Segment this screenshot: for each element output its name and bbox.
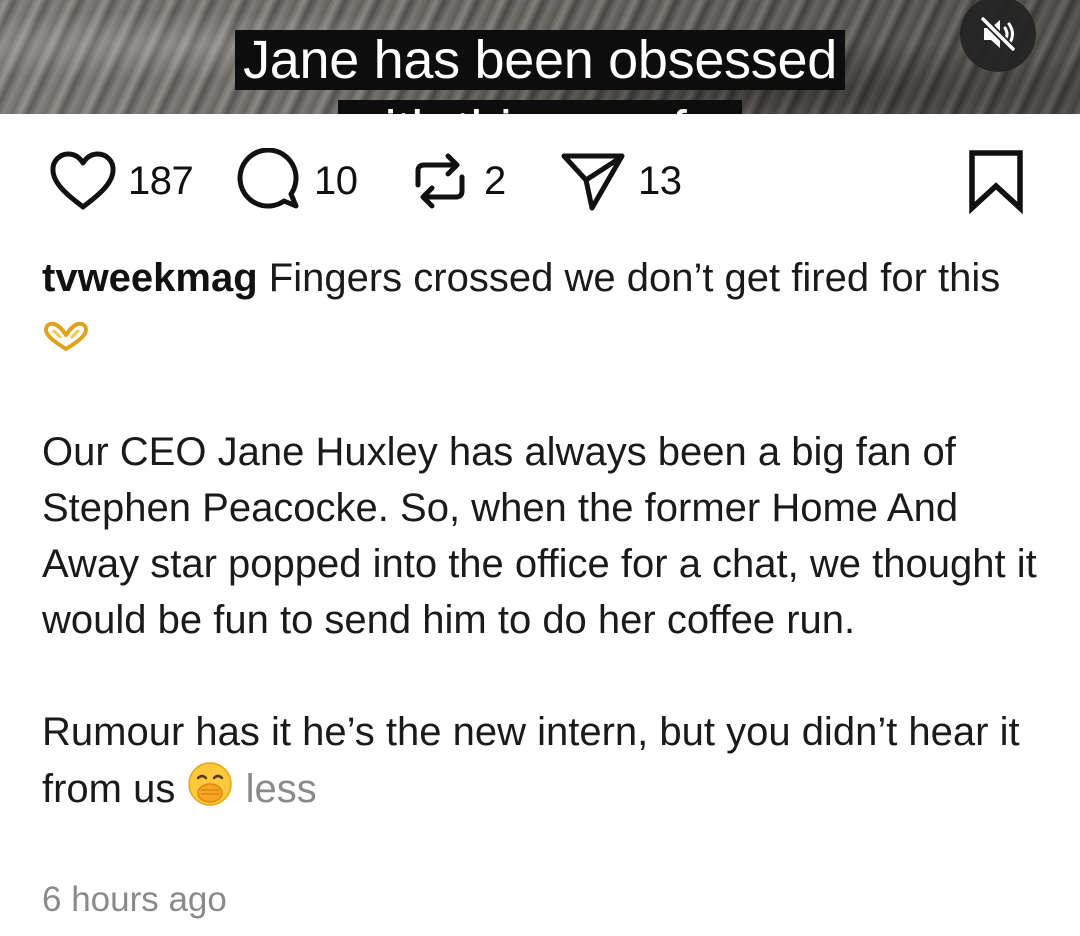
caption-paragraph-2: Our CEO Jane Huxley has always been a bi… xyxy=(42,430,1037,642)
heart-hands-emoji-icon xyxy=(42,312,90,368)
video-caption-line-2: with this man for xyxy=(0,100,1080,114)
username-link[interactable]: tvweekmag xyxy=(42,256,258,300)
caption-paragraph-3: Rumour has it he’s the new intern, but y… xyxy=(42,704,1052,823)
share-count: 13 xyxy=(638,158,682,203)
comment-bubble-icon xyxy=(237,148,299,209)
bookmark-icon xyxy=(969,150,1023,215)
repost-count: 2 xyxy=(484,158,506,203)
like-count: 187 xyxy=(128,158,194,203)
comment-button[interactable]: 10 xyxy=(234,146,358,216)
repost-icon xyxy=(415,153,465,209)
post-caption: tvweekmag Fingers crossed we don’t get f… xyxy=(42,250,1052,823)
share-button[interactable]: 13 xyxy=(558,146,682,216)
heart-icon xyxy=(50,151,116,210)
caption-text-1: Fingers crossed we don’t get fired for t… xyxy=(268,256,1001,300)
video-caption-text-2: with this man for xyxy=(337,100,743,114)
video-caption-text-1: Jane has been obsessed xyxy=(235,30,845,90)
video-caption-line-1: Jane has been obsessed xyxy=(0,30,1080,90)
post-actions-bar: 187 10 2 13 xyxy=(0,114,1080,244)
like-button[interactable]: 187 xyxy=(48,146,194,216)
video-player[interactable]: Jane has been obsessed with this man for xyxy=(0,0,1080,114)
speaker-muted-icon xyxy=(979,15,1017,53)
send-icon xyxy=(561,153,625,211)
show-less-link[interactable]: less xyxy=(246,767,317,811)
repost-button[interactable]: 2 xyxy=(406,146,506,216)
post-timestamp: 6 hours ago xyxy=(42,880,227,919)
comment-count: 10 xyxy=(314,158,358,203)
face-with-hand-over-mouth-emoji-icon xyxy=(186,760,234,823)
caption-paragraph-1: tvweekmag Fingers crossed we don’t get f… xyxy=(42,250,1052,368)
save-button[interactable] xyxy=(966,148,1026,218)
